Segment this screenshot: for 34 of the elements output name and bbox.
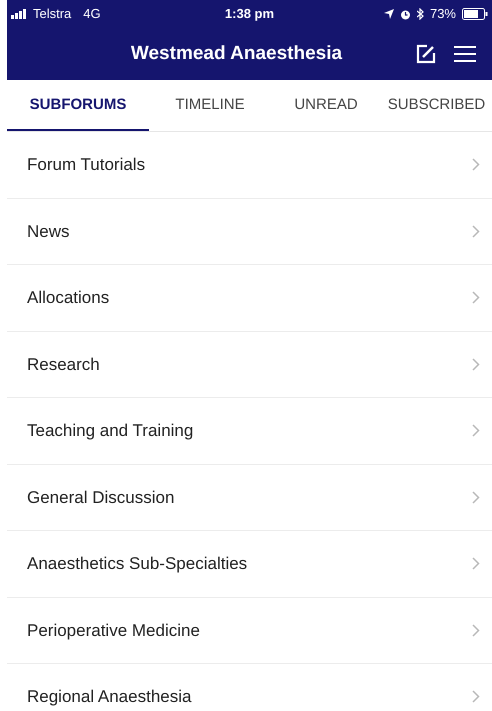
battery-icon bbox=[462, 8, 488, 20]
chevron-right-icon bbox=[472, 424, 480, 438]
subforum-row[interactable]: News bbox=[7, 198, 492, 265]
network-text: 4G bbox=[83, 5, 101, 24]
chevron-right-icon bbox=[472, 624, 480, 637]
bluetooth-icon bbox=[416, 8, 424, 20]
chevron-right-icon bbox=[472, 158, 480, 172]
tab[interactable]: UNREAD bbox=[271, 80, 381, 131]
tab[interactable]: SUBSCRIBED bbox=[381, 80, 492, 131]
chevron-right-icon bbox=[472, 490, 480, 504]
subforum-row[interactable]: Forum Tutorials bbox=[7, 132, 492, 198]
chevron-right-icon bbox=[472, 358, 480, 371]
battery-percent: 73% bbox=[430, 5, 456, 24]
subforum-row[interactable]: General Discussion bbox=[7, 464, 492, 531]
tab[interactable]: SUBFORUMS bbox=[7, 80, 149, 131]
chevron-right-icon bbox=[472, 224, 480, 238]
menu-button[interactable] bbox=[454, 45, 476, 63]
chevron-right-icon bbox=[472, 557, 480, 570]
chevron-right-icon bbox=[472, 291, 480, 304]
subforum-row[interactable]: Anaesthetics Sub-Specialties bbox=[7, 531, 492, 598]
subforum-row[interactable]: Regional Anaesthesia bbox=[7, 664, 492, 711]
location-icon bbox=[384, 9, 394, 19]
chevron-right-icon bbox=[472, 690, 480, 704]
compose-button[interactable] bbox=[416, 44, 436, 64]
tab[interactable]: TIMELINE bbox=[149, 80, 271, 131]
signal-icon bbox=[11, 9, 27, 19]
nav-title: Westmead Anaesthesia bbox=[130, 42, 342, 64]
subforum-row[interactable]: Perioperative Medicine bbox=[7, 598, 492, 664]
carrier-text: Telstra bbox=[33, 5, 72, 24]
status-time: 1:38 pm bbox=[224, 6, 274, 22]
alarm-icon bbox=[400, 8, 411, 20]
subforum-row[interactable]: Allocations bbox=[7, 265, 492, 332]
subforum-row[interactable]: Teaching and Training bbox=[7, 398, 492, 464]
subforum-row[interactable]: Research bbox=[7, 332, 492, 398]
